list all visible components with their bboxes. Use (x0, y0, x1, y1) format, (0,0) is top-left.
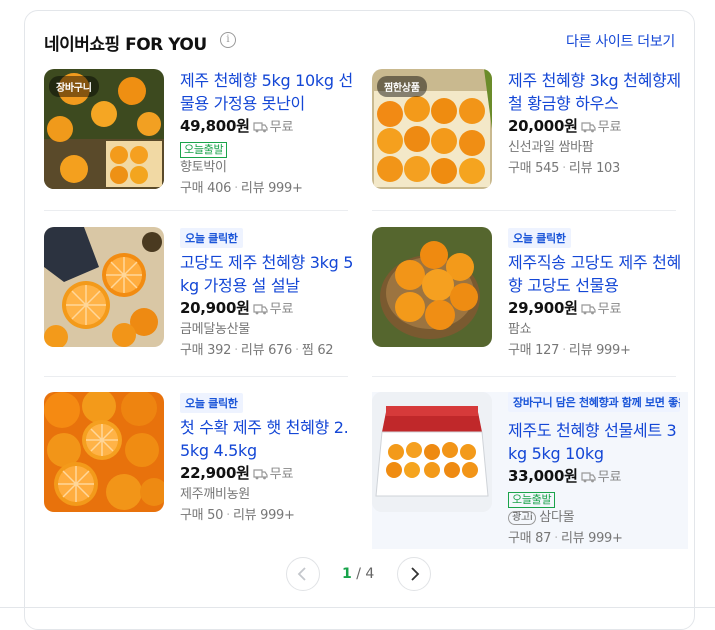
product-title[interactable]: 고당도 제주 천혜향 3kg 5kg 가정용 설 설날 (180, 251, 356, 297)
review-count: 리뷰 999+ (240, 181, 303, 196)
product-title[interactable]: 첫 수확 제주 햇 천혜향 2.5kg 4.5kg (180, 416, 356, 462)
review-count: 리뷰 103 (568, 161, 620, 176)
truck-icon (252, 304, 268, 315)
divider (44, 210, 348, 211)
ad-label[interactable]: 광고i (508, 511, 537, 525)
review-count: 리뷰 676 (240, 343, 292, 358)
store-name[interactable]: 신선과일 쌈바팜 (508, 138, 684, 158)
product-price: 22,900원 (180, 464, 250, 482)
purchase-count: 구매 545 (508, 161, 560, 176)
truck-icon (252, 122, 268, 133)
wishlist-badge: 찜한상품 (377, 76, 427, 97)
purchase-count: 구매 392 (180, 343, 232, 358)
today-ship-badge: 오늘출발 (508, 492, 556, 508)
shipping-label: 무료 (269, 120, 294, 135)
product-price: 29,900원 (508, 299, 578, 317)
shipping-label: 무료 (269, 467, 294, 482)
product-title[interactable]: 제주직송 고당도 제주 천혜향 고당도 선물용 (508, 251, 684, 297)
cart-related-tag: 장바구니 담은 천혜향과 함께 보면 좋은 (508, 392, 680, 412)
product-image[interactable] (44, 227, 164, 347)
total-pages: / 4 (356, 566, 375, 582)
product-image[interactable] (372, 227, 492, 347)
today-ship-badge: 오늘출발 (180, 142, 228, 158)
today-clicked-tag: 오늘 클릭한 (180, 393, 243, 413)
review-count: 리뷰 999+ (560, 531, 623, 546)
truck-icon (580, 304, 596, 315)
prev-page-button[interactable] (286, 557, 320, 591)
truck-icon (252, 469, 268, 480)
product-title[interactable]: 제주 천혜향 5kg 10kg 선물용 가정용 못난이 (180, 69, 356, 115)
product-price: 20,900원 (180, 299, 250, 317)
chevron-left-icon (297, 567, 306, 581)
product-item[interactable]: 오늘 클릭한 고당도 제주 천혜향 3kg 5kg 가정용 설 설날 20,90… (44, 227, 360, 367)
more-sites-link[interactable]: 다른 사이트 더보기 (566, 31, 675, 51)
cart-badge: 장바구니 (49, 76, 99, 97)
next-page-button[interactable] (397, 557, 431, 591)
ad-product-item[interactable]: 장바구니 담은 천혜향과 함께 보면 좋은 제주도 천혜향 선물세트 3kg 5… (372, 392, 688, 549)
product-title[interactable]: 제주도 천혜향 선물세트 3kg 5kg 10kg (508, 419, 684, 465)
store-name[interactable]: 향토박이 (180, 158, 356, 178)
product-image[interactable] (44, 392, 164, 512)
shipping-label: 무료 (597, 120, 622, 135)
bottom-divider (0, 607, 715, 608)
section-title: 네이버쇼핑 FOR YOU (44, 35, 207, 55)
product-image[interactable]: 찜한상품 (372, 69, 492, 189)
product-item[interactable]: 오늘 클릭한 제주직송 고당도 제주 천혜향 고당도 선물용 29,900원 무료… (372, 227, 688, 367)
product-image[interactable]: 장바구니 (44, 69, 164, 189)
today-clicked-tag: 오늘 클릭한 (180, 228, 243, 248)
product-item[interactable]: 찜한상품 제주 천혜향 3kg 천혜향제철 황금향 하우스 20,000원 무료 … (372, 69, 688, 209)
product-price: 49,800원 (180, 117, 250, 135)
store-name[interactable]: 금메달농산물 (180, 320, 356, 340)
store-name[interactable]: 삼다몰 (539, 510, 574, 525)
shipping-label: 무료 (597, 302, 622, 317)
store-name[interactable]: 팜쇼 (508, 320, 684, 340)
product-price: 33,000원 (508, 467, 578, 485)
product-item[interactable]: 장바구니 제주 천혜향 5kg 10kg 선물용 가정용 못난이 49,800원… (44, 69, 360, 209)
truck-icon (580, 472, 596, 483)
divider (44, 376, 348, 377)
review-count: 리뷰 999+ (568, 343, 631, 358)
shipping-label: 무료 (597, 470, 622, 485)
product-image[interactable] (372, 392, 492, 512)
divider (372, 210, 676, 211)
current-page: 1 (342, 566, 352, 582)
ad-info-icon: i (529, 512, 533, 523)
page-indicator: 1 / 4 (342, 566, 374, 582)
purchase-count: 구매 127 (508, 343, 560, 358)
shipping-label: 무료 (269, 302, 294, 317)
store-name[interactable]: 제주깨비농원 (180, 485, 356, 505)
purchase-count: 구매 50 (180, 508, 224, 523)
today-clicked-tag: 오늘 클릭한 (508, 228, 571, 248)
save-count: 찜 62 (301, 343, 334, 358)
product-item[interactable]: 오늘 클릭한 첫 수확 제주 햇 천혜향 2.5kg 4.5kg 22,900원… (44, 392, 360, 532)
product-title[interactable]: 제주 천혜향 3kg 천혜향제철 황금향 하우스 (508, 69, 684, 115)
info-icon[interactable]: i (220, 32, 236, 48)
divider (372, 376, 676, 377)
purchase-count: 구매 87 (508, 531, 552, 546)
product-price: 20,000원 (508, 117, 578, 135)
chevron-right-icon (411, 567, 420, 581)
truck-icon (580, 122, 596, 133)
review-count: 리뷰 999+ (232, 508, 295, 523)
purchase-count: 구매 406 (180, 181, 232, 196)
